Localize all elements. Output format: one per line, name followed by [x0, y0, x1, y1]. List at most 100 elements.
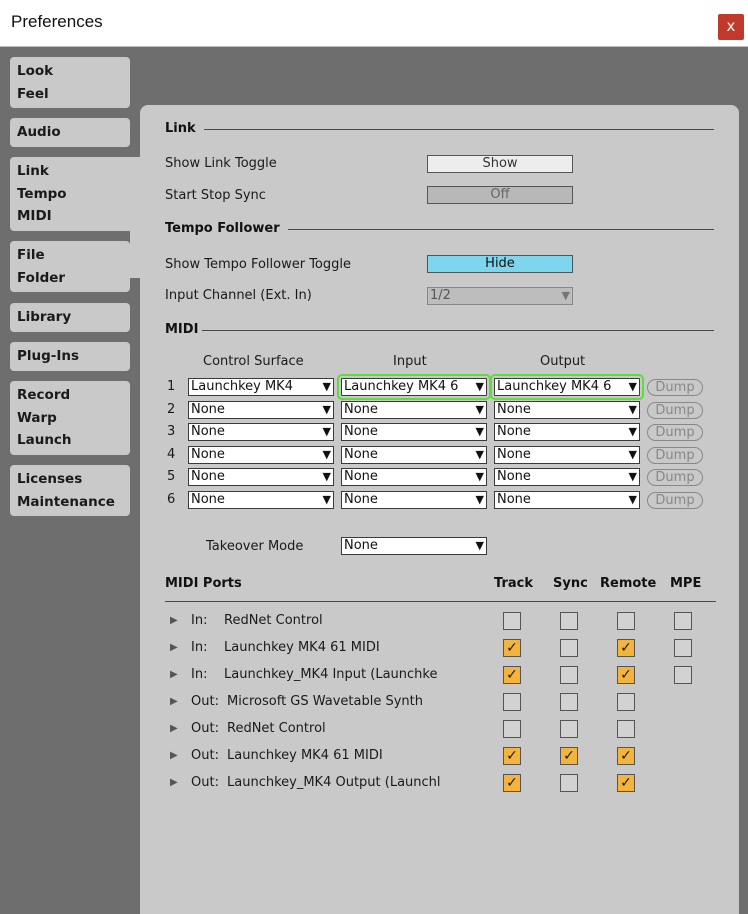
window-title: Preferences — [11, 12, 103, 31]
tab-record[interactable]: Record Warp Launch — [10, 381, 130, 455]
track-checkbox[interactable]: ✓ — [503, 666, 521, 684]
dump-button[interactable]: Dump — [647, 492, 703, 509]
tab-link[interactable]: Link Tempo MIDI — [10, 157, 150, 231]
tab-library[interactable]: Library — [10, 303, 130, 332]
track-checkbox[interactable]: ✓ — [503, 747, 521, 765]
remote-checkbox[interactable]: ✓ — [617, 774, 635, 792]
track-column-header: Track — [494, 576, 533, 591]
remote-checkbox[interactable] — [617, 720, 635, 738]
midi-input-select[interactable]: Launchkey MK4 6 ▼ — [337, 374, 491, 400]
remote-checkbox[interactable]: ✓ — [617, 639, 635, 657]
expand-arrow-icon[interactable]: ▶ — [170, 642, 178, 653]
midi-input-select[interactable]: None ▼ — [341, 445, 487, 464]
control-surface-select[interactable]: Launchkey MK4 ▼ — [188, 378, 334, 396]
midi-input-select-value: Launchkey MK4 6 — [344, 379, 459, 394]
sync-checkbox[interactable]: ✓ — [560, 747, 578, 765]
sync-checkbox[interactable] — [560, 666, 578, 684]
port-direction: Out: — [191, 694, 219, 709]
tab-licenses[interactable]: Licenses Maintenance — [10, 465, 130, 516]
input-channel-label: Input Channel (Ext. In) — [165, 288, 312, 303]
remote-column-header: Remote — [600, 576, 657, 591]
control-surface-select-value: None — [191, 469, 225, 485]
dump-button[interactable]: Dump — [647, 446, 703, 464]
midi-output-select[interactable]: None ▼ — [494, 468, 640, 487]
input-channel-select[interactable]: 1/2 ▼ — [427, 287, 573, 305]
midi-input-select-value: None — [344, 492, 378, 507]
midi-input-select[interactable]: None ▼ — [341, 491, 487, 509]
tab-label: Look — [17, 63, 54, 79]
track-checkbox[interactable] — [503, 720, 521, 738]
title-bar: Preferences x — [0, 0, 748, 47]
control-surface-header: Control Surface — [203, 354, 304, 369]
track-checkbox[interactable]: ✓ — [503, 639, 521, 657]
tab-file[interactable]: File Folder — [10, 241, 130, 292]
mpe-checkbox[interactable] — [674, 639, 692, 657]
midi-input-select-value: None — [344, 446, 378, 462]
tab-label: Tempo — [17, 185, 67, 202]
sync-column-header: Sync — [553, 576, 588, 591]
remote-checkbox[interactable] — [617, 693, 635, 711]
expand-arrow-icon[interactable]: ▶ — [170, 615, 178, 626]
midi-row-number: 5 — [167, 469, 176, 485]
track-checkbox[interactable] — [503, 693, 521, 711]
takeover-mode-select[interactable]: None ▼ — [341, 537, 487, 555]
dump-button[interactable]: Dump — [647, 379, 703, 396]
midi-section-rule — [202, 330, 714, 331]
sync-checkbox[interactable] — [560, 720, 578, 738]
close-button[interactable]: x — [718, 14, 744, 40]
control-surface-select-value: Launchkey MK4 — [191, 379, 293, 394]
chevron-down-icon: ▼ — [628, 447, 637, 461]
control-surface-select[interactable]: None ▼ — [188, 491, 334, 509]
midi-input-select[interactable]: None ▼ — [341, 468, 487, 487]
expand-arrow-icon[interactable]: ▶ — [170, 777, 178, 788]
mpe-checkbox[interactable] — [674, 612, 692, 630]
midi-output-select[interactable]: None ▼ — [494, 400, 640, 419]
midi-output-select[interactable]: None ▼ — [494, 445, 640, 464]
start-stop-sync-button[interactable]: Off — [427, 186, 573, 204]
input-header: Input — [393, 354, 427, 369]
dump-button[interactable]: Dump — [647, 401, 703, 419]
remote-checkbox[interactable]: ✓ — [617, 747, 635, 765]
midi-input-select[interactable]: None ▼ — [341, 423, 487, 442]
chevron-down-icon: ▼ — [628, 402, 637, 416]
chevron-down-icon: ▼ — [475, 539, 484, 552]
expand-arrow-icon[interactable]: ▶ — [170, 723, 178, 734]
midi-output-select-value: None — [497, 446, 531, 462]
midi-output-select[interactable]: None ▼ — [494, 491, 640, 509]
chevron-down-icon: ▼ — [322, 493, 331, 506]
tempo-follower-section-title: Tempo Follower — [165, 221, 280, 236]
control-surface-select[interactable]: None ▼ — [188, 423, 334, 442]
control-surface-select[interactable]: None ▼ — [188, 468, 334, 487]
tab-label: Record — [17, 387, 71, 403]
show-tempo-follower-button[interactable]: Hide — [427, 255, 573, 273]
tab-audio[interactable]: Audio — [10, 118, 130, 147]
sync-checkbox[interactable] — [560, 639, 578, 657]
midi-row-number: 3 — [167, 424, 176, 440]
tab-look[interactable]: Look Feel — [10, 57, 130, 108]
expand-arrow-icon[interactable]: ▶ — [170, 696, 178, 707]
midi-output-select[interactable]: None ▼ — [494, 423, 640, 442]
remote-checkbox[interactable] — [617, 612, 635, 630]
expand-arrow-icon[interactable]: ▶ — [170, 750, 178, 761]
dump-button[interactable]: Dump — [647, 469, 703, 487]
dump-button[interactable]: Dump — [647, 424, 703, 442]
midi-input-select[interactable]: None ▼ — [341, 400, 487, 419]
track-checkbox[interactable] — [503, 612, 521, 630]
remote-checkbox[interactable]: ✓ — [617, 666, 635, 684]
tab-plug-ins[interactable]: Plug-Ins — [10, 342, 130, 371]
mpe-checkbox[interactable] — [674, 666, 692, 684]
midi-section-title: MIDI — [165, 322, 199, 337]
midi-input-select-value: None — [344, 424, 378, 440]
expand-arrow-icon[interactable]: ▶ — [170, 669, 178, 680]
sync-checkbox[interactable] — [560, 612, 578, 630]
track-checkbox[interactable]: ✓ — [503, 774, 521, 792]
tab-label: Audio — [17, 124, 61, 140]
midi-output-select[interactable]: Launchkey MK4 6 ▼ — [490, 374, 644, 400]
control-surface-select[interactable]: None ▼ — [188, 400, 334, 419]
show-link-toggle-button[interactable]: Show — [427, 155, 573, 173]
control-surface-select[interactable]: None ▼ — [188, 445, 334, 464]
port-name: Launchkey_MK4 Input (Launchke — [224, 667, 438, 682]
sync-checkbox[interactable] — [560, 774, 578, 792]
sync-checkbox[interactable] — [560, 693, 578, 711]
tab-label: Link — [17, 163, 49, 179]
